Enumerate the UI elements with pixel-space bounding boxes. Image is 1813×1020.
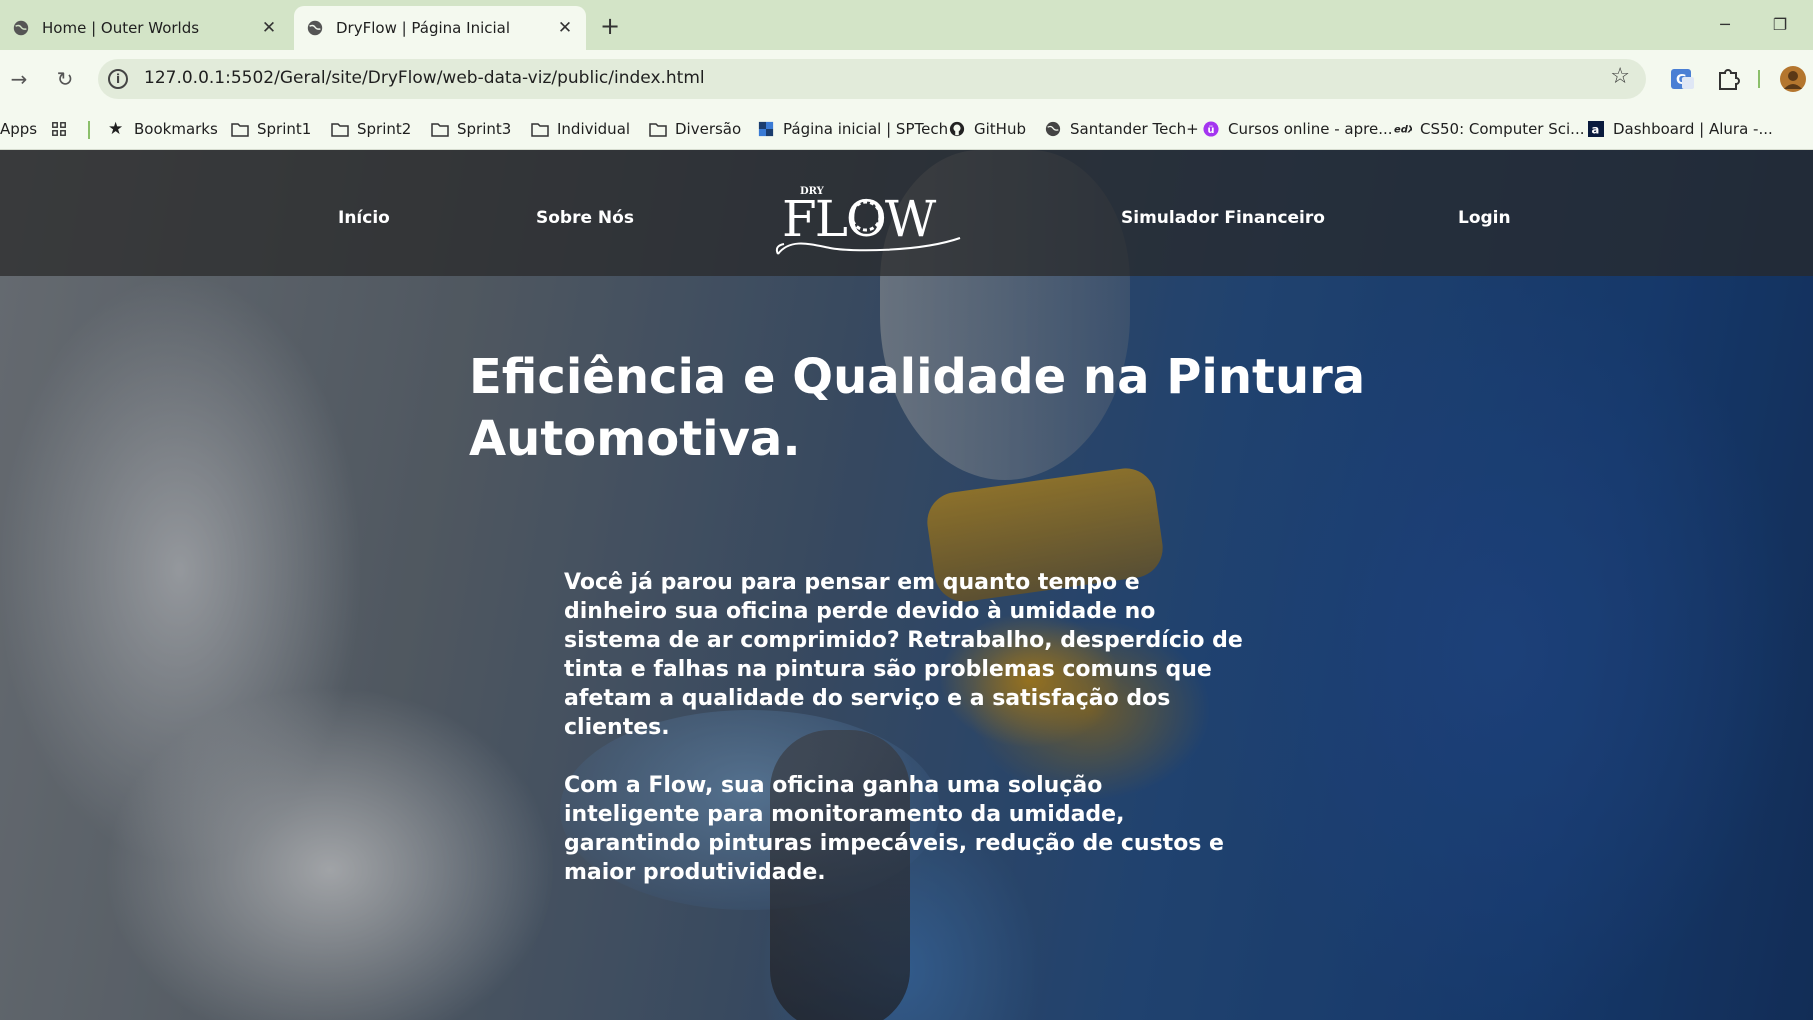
toolbar-divider <box>1758 70 1760 88</box>
profile-avatar[interactable] <box>1778 64 1808 94</box>
hero-headline: Eficiência e Qualidade na Pintura Automo… <box>469 346 1369 470</box>
bookmark-alura[interactable]: a Dashboard | Alura -... <box>1587 116 1773 142</box>
bookmark-label: Diversão <box>675 120 742 138</box>
nav-link-login[interactable]: Login <box>1458 208 1511 228</box>
browser-toolbar: → ↻ i 127.0.0.1:5502/Geral/site/DryFlow/… <box>0 50 1813 108</box>
sptech-icon <box>758 121 774 137</box>
minimize-icon[interactable]: ─ <box>1710 10 1740 40</box>
page-viewport: Início Sobre Nós DRY FLOW Simulador Fina… <box>0 150 1813 1020</box>
apps-grid-button[interactable] <box>50 116 76 142</box>
extensions-puzzle-icon[interactable] <box>1713 64 1743 94</box>
url-text: 127.0.0.1:5502/Geral/site/DryFlow/web-da… <box>144 68 705 88</box>
bookmark-folder-sprint2[interactable]: Sprint2 <box>331 116 411 142</box>
bookmark-label: Cursos online - apre... <box>1228 120 1393 138</box>
bookmark-label: Sprint1 <box>257 120 312 138</box>
globe-icon <box>1045 121 1061 137</box>
bookmark-star-icon[interactable]: ☆ <box>1610 64 1630 89</box>
bookmark-folder-sprint3[interactable]: Sprint3 <box>431 116 511 142</box>
bookmark-santander[interactable]: Santander Tech+ <box>1044 116 1199 142</box>
bookmark-cs50[interactable]: edX CS50: Computer Sci... <box>1394 116 1584 142</box>
bookmark-apps[interactable]: Apps <box>0 116 37 142</box>
headline-bold-eficiencia: Eficiência <box>469 349 727 405</box>
google-translate-icon[interactable]: G <box>1667 64 1697 94</box>
folder-icon <box>531 123 549 137</box>
bookmark-udemy[interactable]: ü Cursos online - apre... <box>1202 116 1393 142</box>
apps-grid-icon <box>52 122 66 136</box>
dryflow-logo[interactable]: DRY FLOW <box>770 178 970 262</box>
bookmark-label: Individual <box>557 120 631 138</box>
browser-tabstrip: Home | Outer Worlds ✕ DryFlow | Página I… <box>0 0 1813 50</box>
restore-icon[interactable]: ❐ <box>1765 10 1795 40</box>
nav-link-simulador-financeiro[interactable]: Simulador Financeiro <box>1121 208 1325 228</box>
headline-bold-qualidade: Qualidade <box>792 349 1067 405</box>
new-tab-button[interactable]: + <box>596 13 624 41</box>
tab-title: DryFlow | Página Inicial <box>336 19 511 37</box>
bookmark-label: Apps <box>0 120 38 138</box>
forward-icon[interactable]: → <box>4 64 34 94</box>
bookmark-folder-individual[interactable]: Individual <box>531 116 630 142</box>
globe-icon <box>307 20 323 36</box>
svg-text:a: a <box>1592 122 1600 136</box>
tab-home-outer-worlds[interactable]: Home | Outer Worlds ✕ <box>0 6 290 50</box>
site-navbar: Início Sobre Nós DRY FLOW Simulador Fina… <box>0 150 1813 276</box>
bookmark-label: Página inicial | SPTech <box>783 120 949 138</box>
folder-icon <box>431 123 449 137</box>
bookmark-label: Bookmarks <box>134 120 218 138</box>
close-tab-icon[interactable]: ✕ <box>260 19 278 37</box>
bookmark-label: CS50: Computer Sci... <box>1420 120 1585 138</box>
headline-connector: e <box>726 349 793 405</box>
github-icon <box>949 121 965 137</box>
bookmark-github[interactable]: GitHub <box>948 116 1026 142</box>
svg-text:ü: ü <box>1207 125 1214 136</box>
folder-icon <box>331 123 349 137</box>
bookmark-label: Sprint2 <box>357 120 412 138</box>
reload-icon[interactable]: ↻ <box>50 64 80 94</box>
edx-icon: edX <box>1394 125 1412 136</box>
star-icon: ★ <box>108 119 124 139</box>
bookmark-label: Sprint3 <box>457 120 512 138</box>
bookmark-label: GitHub <box>974 120 1026 138</box>
folder-icon <box>231 123 249 137</box>
folder-icon <box>649 123 667 137</box>
tab-dryflow[interactable]: DryFlow | Página Inicial ✕ <box>294 6 586 50</box>
site-info-icon[interactable]: i <box>108 69 128 89</box>
svg-text:edX: edX <box>1394 125 1412 136</box>
bookmarks-bar: Apps ★ Bookmarks Sprint1 Sprint2 Sprint3… <box>0 108 1813 150</box>
globe-icon <box>13 20 29 36</box>
tab-title: Home | Outer Worlds <box>42 19 200 37</box>
nav-link-inicio[interactable]: Início <box>338 208 390 228</box>
hero-paragraph-problem: Você já parou para pensar em quanto temp… <box>564 570 1243 740</box>
close-tab-icon[interactable]: ✕ <box>556 19 574 37</box>
hero-paragraph-solution: Com a Flow, sua oficina ganha uma soluçã… <box>564 773 1224 885</box>
bookmark-folder-diversao[interactable]: Diversão <box>649 116 741 142</box>
udemy-icon: ü <box>1203 121 1219 137</box>
bookmarks-divider <box>88 121 90 139</box>
address-bar[interactable]: i 127.0.0.1:5502/Geral/site/DryFlow/web-… <box>98 59 1646 99</box>
nav-link-sobre-nos[interactable]: Sobre Nós <box>536 208 634 228</box>
bookmark-sptech[interactable]: Página inicial | SPTech <box>757 116 948 142</box>
bookmark-folder-sprint1[interactable]: Sprint1 <box>231 116 311 142</box>
bookmark-label: Santander Tech+ <box>1070 120 1199 138</box>
logo-main-text: FLOW <box>782 190 937 248</box>
alura-icon: a <box>1588 121 1604 137</box>
bookmark-label: Dashboard | Alura -... <box>1613 120 1773 138</box>
bookmark-bookmarks[interactable]: ★ Bookmarks <box>108 116 218 142</box>
